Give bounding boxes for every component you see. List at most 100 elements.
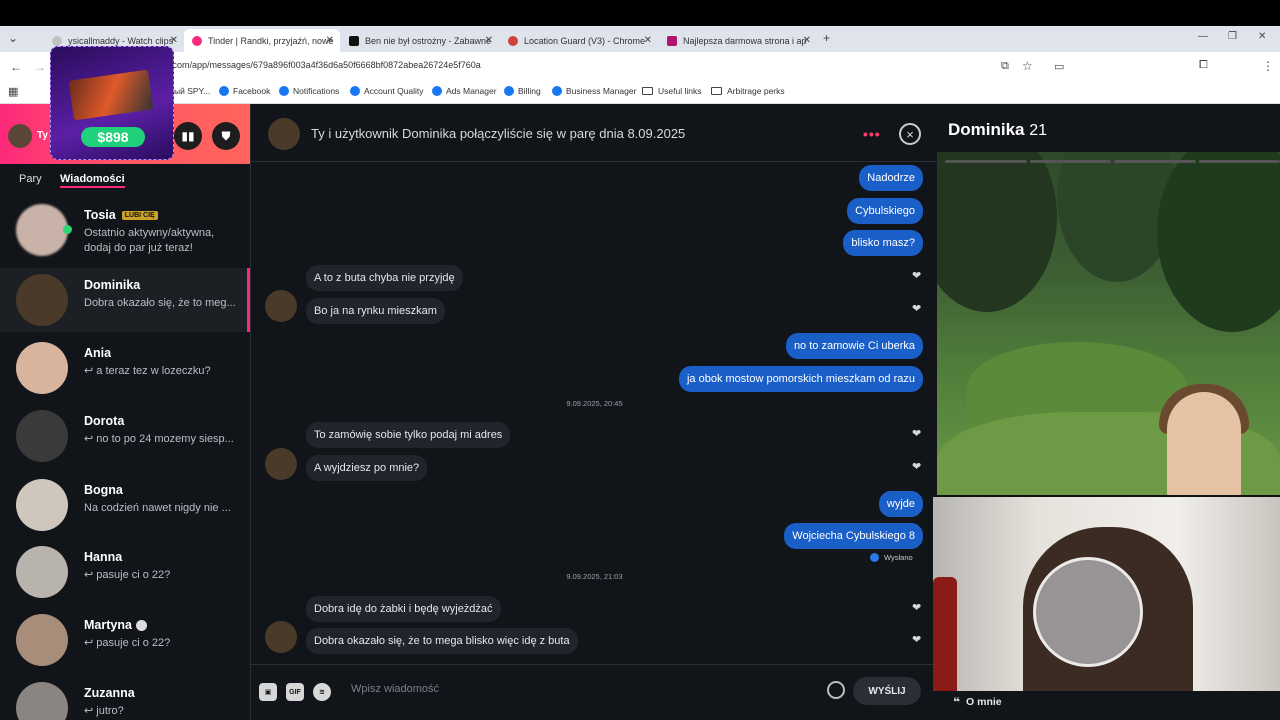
forward-icon[interactable]: →	[34, 60, 46, 74]
bookmarks-bar: ▦ ый SPY... Facebook Notifications Accou…	[0, 82, 1280, 104]
profile-photo[interactable]	[937, 152, 1280, 496]
person-shape	[1167, 392, 1241, 496]
message-timestamp: 9.09.2025, 21:03	[566, 572, 623, 581]
sent-status: Wysłano	[870, 553, 913, 562]
browser-tab-3[interactable]: Ben nie był ostrożny - Zabawne ✕	[341, 29, 499, 52]
message-out: Nadodrze	[859, 165, 923, 191]
restore-icon[interactable]: ❐	[1228, 31, 1237, 42]
conversation-item-zuzanna[interactable]: Zuzanna ↩ jutro?	[0, 676, 250, 720]
avatar[interactable]	[8, 124, 32, 148]
chat-panel: Ty i użytkownik Dominika połączyliście s…	[250, 104, 938, 720]
browser-tab-4[interactable]: Location Guard (V3) - Chrome ✕	[500, 29, 658, 52]
bookmark-business-manager[interactable]: Business Manager	[552, 86, 636, 96]
conversation-name: Bogna	[84, 483, 123, 497]
like-heart-icon[interactable]: ❤	[912, 633, 921, 646]
apps-grid-icon[interactable]: ▦	[8, 85, 18, 98]
like-heart-icon[interactable]: ❤	[912, 601, 921, 614]
bookmark-arbitrage-perks[interactable]: Arbitrage perks	[711, 86, 785, 96]
conversation-preview: ↩ a teraz tez w lozeczku?	[84, 365, 211, 377]
promo-overlay[interactable]: $898	[50, 46, 174, 160]
tab-close-icon[interactable]: ✕	[485, 35, 493, 46]
avatar	[265, 448, 297, 480]
tab-close-icon[interactable]: ✕	[326, 35, 334, 46]
conversation-name: Dominika	[84, 278, 141, 292]
tab-close-icon[interactable]: ✕	[170, 35, 178, 46]
like-heart-icon[interactable]: ❤	[912, 460, 921, 473]
message-in: To zamówię sobie tylko podaj mi adres	[306, 422, 511, 448]
window-close-icon[interactable]: ✕	[1258, 31, 1266, 42]
tab-messages[interactable]: Wiadomości	[60, 173, 125, 188]
glass-shape	[1033, 557, 1143, 667]
share-contact-icon[interactable]: ▣	[259, 683, 277, 701]
bookmark-ads-manager[interactable]: Ads Manager	[432, 86, 497, 96]
message-in: Dobra okazało się, że to mega blisko wię…	[306, 628, 578, 654]
conversation-preview: Ostatnio aktywny/aktywna, dodaj do par j…	[84, 227, 215, 254]
message-in: A wyjdziesz po mnie?	[306, 455, 428, 481]
safety-button[interactable]: ⛊	[212, 122, 240, 150]
new-tab-button[interactable]: +	[823, 31, 830, 45]
conversation-preview: ↩ jutro?	[84, 705, 124, 717]
avatar	[16, 274, 68, 326]
close-chat-button[interactable]: ×	[899, 123, 921, 145]
chrome-menu-icon[interactable]: ⋮	[1262, 59, 1274, 73]
tab-matches[interactable]: Pary	[19, 173, 42, 185]
browser-tab-strip: ⌄ ysicallmaddy - Watch clips ✕ Tinder | …	[0, 26, 1280, 52]
avatar	[16, 614, 68, 666]
conversation-item-martyna[interactable]: Martyna ↩ pasuje ci o 22?	[0, 608, 250, 672]
tree-shape	[1157, 152, 1280, 332]
spotify-icon[interactable]: ≋	[313, 683, 331, 701]
more-options-icon[interactable]: •••	[863, 126, 881, 142]
like-heart-icon[interactable]: ❤	[912, 427, 921, 440]
extensions-puzzle-icon[interactable]: ⧠	[1199, 59, 1208, 72]
bookmark-notifications[interactable]: Notifications	[279, 86, 339, 96]
bookmark-account-quality[interactable]: Account Quality	[350, 86, 424, 96]
bars-icon: ▮▮	[181, 129, 195, 143]
tab-search-icon[interactable]: ⌄	[8, 31, 18, 45]
gif-button[interactable]: GIF	[286, 683, 304, 701]
message-out: blisko masz?	[843, 230, 923, 256]
back-icon[interactable]: ←	[10, 60, 22, 74]
conversation-item-dominika[interactable]: Dominika Dobra okazało się, że to meg...	[0, 268, 250, 332]
bookmark-facebook[interactable]: Facebook	[219, 86, 270, 96]
conversation-item-tosia[interactable]: Tosia LUBI CIĘ Ostatnio aktywny/aktywna, …	[0, 198, 250, 262]
online-indicator-icon	[63, 225, 72, 234]
bookmark-useful-links[interactable]: Useful links	[642, 86, 701, 96]
promo-knife-image	[68, 69, 154, 121]
browser-tab-5[interactable]: Najlepsza darmowa strona i ap ✕	[659, 29, 817, 52]
emoji-icon[interactable]	[827, 681, 845, 699]
message-input[interactable]: Wpisz wiadomość	[351, 683, 439, 695]
conversation-item-dorota[interactable]: Dorota ↩ no to po 24 mozemy siesp...	[0, 404, 250, 468]
user-name[interactable]: Ty	[37, 130, 48, 141]
tab-close-icon[interactable]: ✕	[803, 35, 811, 46]
facebook-icon	[279, 86, 289, 96]
url-field[interactable]: .com/app/messages/679a896f003a4f36d6a50f…	[170, 60, 481, 70]
like-heart-icon[interactable]: ❤	[912, 302, 921, 315]
browser-tab-2[interactable]: Tinder | Randki, przyjaźń, nowe ✕	[184, 29, 340, 52]
conversation-name: Martyna	[84, 618, 132, 632]
camera-icon[interactable]: ▭	[1054, 60, 1064, 73]
avatar[interactable]	[268, 118, 300, 150]
folder-icon	[642, 87, 653, 95]
send-button[interactable]: WYŚLIJ	[853, 677, 921, 705]
install-app-icon[interactable]: ⧉	[1001, 60, 1009, 73]
bookmark-spy[interactable]: ый SPY...	[174, 86, 210, 96]
tab-close-icon[interactable]: ✕	[644, 35, 652, 46]
message-in: Dobra idę do żabki i będę wyjeżdżać	[306, 596, 501, 622]
bookmark-billing[interactable]: Billing	[504, 86, 541, 96]
address-bar-row: ← → .com/app/messages/679a896f003a4f36d6…	[0, 52, 1280, 124]
conversation-item-hanna[interactable]: Hanna ↩ pasuje ci o 22?	[0, 540, 250, 604]
check-icon	[870, 553, 879, 562]
avatar	[16, 682, 68, 720]
conversation-item-ania[interactable]: Ania ↩ a teraz tez w lozeczku?	[0, 336, 250, 400]
like-heart-icon[interactable]: ❤	[912, 269, 921, 282]
bookmark-star-icon[interactable]: ☆	[1022, 59, 1033, 73]
about-me-section[interactable]: ❝ O mnie	[953, 695, 1002, 709]
message-timestamp: 9.09.2025, 20:45	[566, 399, 623, 408]
message-out: Cybulskiego	[847, 198, 923, 224]
promo-price-badge: $898	[81, 127, 145, 147]
conversation-item-bogna[interactable]: Bogna Na codzień nawet nigdy nie ...	[0, 473, 250, 537]
explore-button[interactable]: ▮▮	[174, 122, 202, 150]
avatar	[16, 204, 68, 256]
minimize-icon[interactable]: —	[1198, 31, 1208, 42]
conversation-name: Zuzanna	[84, 686, 135, 700]
